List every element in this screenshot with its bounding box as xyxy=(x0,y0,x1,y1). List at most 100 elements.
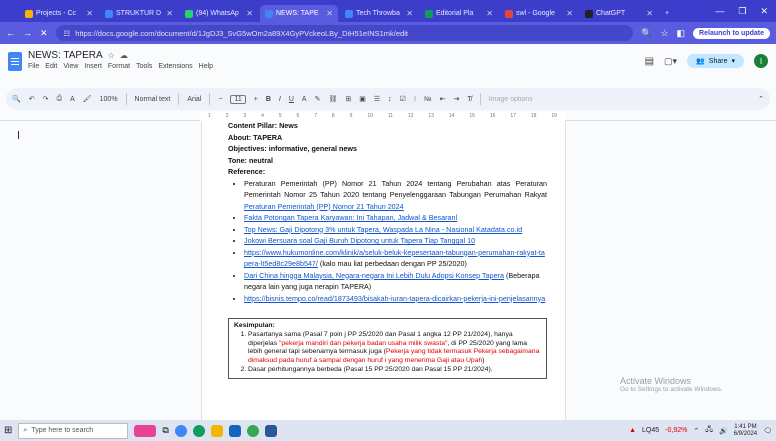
chrome-icon[interactable] xyxy=(174,424,187,437)
back-icon[interactable]: ← xyxy=(6,28,15,38)
reference-link[interactable]: Fakta Potongan Tapera Karyawan: Ini Taha… xyxy=(244,213,457,222)
taskbar-search[interactable]: ⌕ Type here to search xyxy=(18,422,129,439)
restore-icon[interactable]: ❐ xyxy=(738,6,746,17)
align-icon[interactable]: ☰ xyxy=(374,95,380,103)
redo-icon[interactable]: ↷ xyxy=(43,95,49,103)
reference-link[interactable]: https://bisnis.tempo.co/read/1873493/bis… xyxy=(244,294,545,303)
checklist-icon[interactable]: ☑ xyxy=(400,95,406,103)
increase-size-icon[interactable]: + xyxy=(254,96,258,103)
menu-item[interactable]: Insert xyxy=(84,63,102,70)
reference-link[interactable]: Peraturan Pemerintah (PP) Nomor 21 Tahun… xyxy=(244,202,404,211)
underline-icon[interactable]: U xyxy=(289,96,294,103)
menu-item[interactable]: View xyxy=(63,63,78,70)
task-view-icon[interactable]: ⧉ xyxy=(162,425,168,436)
avatar[interactable]: I xyxy=(754,54,768,68)
divider xyxy=(125,93,127,105)
notification-icon[interactable]: 🗨 xyxy=(763,427,772,435)
indent-icon[interactable]: ⇤ xyxy=(440,95,446,103)
sidepanel-icon[interactable]: ◧ xyxy=(677,28,686,39)
tab-2[interactable]: (94) WhatsAp ✕ xyxy=(180,5,258,22)
decrease-size-icon[interactable]: − xyxy=(218,96,222,103)
tab-0[interactable]: Projects - Cc ✕ xyxy=(20,5,98,22)
stock-name[interactable]: LQ45 xyxy=(642,427,659,434)
undo-icon[interactable]: ↶ xyxy=(29,95,35,103)
menu-item[interactable]: Edit xyxy=(45,63,57,70)
file-explorer-icon[interactable] xyxy=(210,424,223,437)
widget-icon[interactable] xyxy=(134,424,157,437)
close-tab-icon[interactable]: ✕ xyxy=(166,9,173,18)
reference-link[interactable]: Jokowi Bersuara soal Gaji Buruh Dipotong… xyxy=(244,236,475,245)
share-button[interactable]: 👥 Share ▾ xyxy=(687,54,744,68)
chrome-icon-2[interactable] xyxy=(246,424,259,437)
print-icon[interactable]: ⎙ xyxy=(56,95,62,103)
clear-format-icon[interactable]: T̸ xyxy=(467,96,471,103)
tab-3[interactable]: NEWS: TAPE ✕ xyxy=(260,5,338,22)
comments-icon[interactable]: ▤ xyxy=(645,56,654,67)
menu-item[interactable]: File xyxy=(28,63,39,70)
ruler[interactable]: 1 2 3 4 5 6 7 8 9 10 11 12 13 14 15 16 17 18 19 xyxy=(0,112,776,121)
tab-6[interactable]: swl - Google ✕ xyxy=(500,5,578,22)
tray-chevron-icon[interactable]: ⌃ xyxy=(693,427,699,435)
close-tab-icon[interactable]: ✕ xyxy=(246,9,253,18)
zoom-icon[interactable]: 🔍 xyxy=(641,28,652,39)
close-tab-icon[interactable]: ✕ xyxy=(646,9,653,18)
volume-icon[interactable]: 🔊 xyxy=(719,427,728,435)
image-icon[interactable]: ▣ xyxy=(359,95,366,103)
relaunch-button[interactable]: Relaunch to update xyxy=(693,27,770,39)
menu-item[interactable]: Extensions xyxy=(158,63,192,70)
paint-format-icon[interactable]: 🖌 xyxy=(83,95,92,103)
tab-5[interactable]: Editorial Pla ✕ xyxy=(420,5,498,22)
minimize-icon[interactable]: — xyxy=(715,6,724,17)
new-tab-icon[interactable]: + xyxy=(660,5,674,22)
network-icon[interactable]: 🖧 xyxy=(705,425,713,436)
meet-icon[interactable]: ▢▾ xyxy=(664,56,677,67)
search-menus-icon[interactable]: 🔍 xyxy=(12,95,21,103)
line-spacing-icon[interactable]: ↕ xyxy=(388,96,392,103)
tab-7[interactable]: ChatGPT ✕ xyxy=(580,5,658,22)
menu-item[interactable]: Format xyxy=(108,63,130,70)
bookmark-icon[interactable]: ☆ xyxy=(660,28,668,39)
bold-icon[interactable]: B xyxy=(266,96,271,103)
close-tab-icon[interactable]: ✕ xyxy=(566,9,573,18)
url-field[interactable]: ☷ https://docs.google.com/document/d/1Jg… xyxy=(55,25,634,41)
mail-icon[interactable] xyxy=(228,424,241,437)
close-tab-icon[interactable]: ✕ xyxy=(326,9,333,18)
forward-icon[interactable]: → xyxy=(23,28,32,38)
zoom-select[interactable]: 100% xyxy=(100,96,118,103)
text-color-icon[interactable]: A xyxy=(302,96,307,103)
star-icon[interactable]: ☆ xyxy=(108,51,115,60)
word-icon[interactable] xyxy=(264,424,277,437)
cloud-status-icon[interactable]: ☁ xyxy=(120,51,128,60)
chevron-up-icon[interactable]: ⌃ xyxy=(758,95,764,103)
style-select[interactable]: Normal text xyxy=(135,96,171,103)
font-select[interactable]: Arial xyxy=(187,96,201,103)
font-size-field[interactable]: 11 xyxy=(230,94,246,104)
italic-icon[interactable]: I xyxy=(279,96,281,103)
edge-icon[interactable] xyxy=(192,424,205,437)
spellcheck-icon[interactable]: A xyxy=(70,96,75,103)
windows-start-icon[interactable]: ⊞ xyxy=(4,425,12,436)
close-tab-icon[interactable]: ✕ xyxy=(406,9,413,18)
bullet-list-icon[interactable]: ⁝ xyxy=(414,95,416,103)
outdent-icon[interactable]: ⇥ xyxy=(454,95,460,103)
document-page[interactable]: Content Pillar: News About: TAPERA Objec… xyxy=(201,121,566,420)
tab-4[interactable]: Tech Throwba ✕ xyxy=(340,5,418,22)
link-icon[interactable]: ⛓ xyxy=(328,95,337,103)
close-tab-icon[interactable]: ✕ xyxy=(486,9,493,18)
docs-logo-icon[interactable] xyxy=(8,52,22,71)
close-window-icon[interactable]: ✕ xyxy=(760,6,768,17)
document-title[interactable]: NEWS: TAPERA xyxy=(28,50,103,61)
stop-icon[interactable]: ✕ xyxy=(40,28,48,39)
reference-link[interactable]: Top News: Gaji Dipotong 3% untuk Tapera,… xyxy=(244,225,522,234)
site-info-icon[interactable]: ☷ xyxy=(64,29,71,38)
image-options-button[interactable]: Image options xyxy=(489,96,533,103)
tab-1[interactable]: STRUKTUR D ✕ xyxy=(100,5,178,22)
menu-item[interactable]: Help xyxy=(199,63,213,70)
comment-icon[interactable]: ⊞ xyxy=(345,95,351,103)
menu-item[interactable]: Tools xyxy=(136,63,152,70)
reference-link[interactable]: Dari China hingga Malaysia, Negara-negar… xyxy=(244,271,504,280)
highlight-icon[interactable]: ✎ xyxy=(315,95,321,103)
clock[interactable]: 1:41 PM 6/9/2024 xyxy=(734,424,757,438)
close-tab-icon[interactable]: ✕ xyxy=(86,9,93,18)
numbered-list-icon[interactable]: № xyxy=(424,96,432,103)
